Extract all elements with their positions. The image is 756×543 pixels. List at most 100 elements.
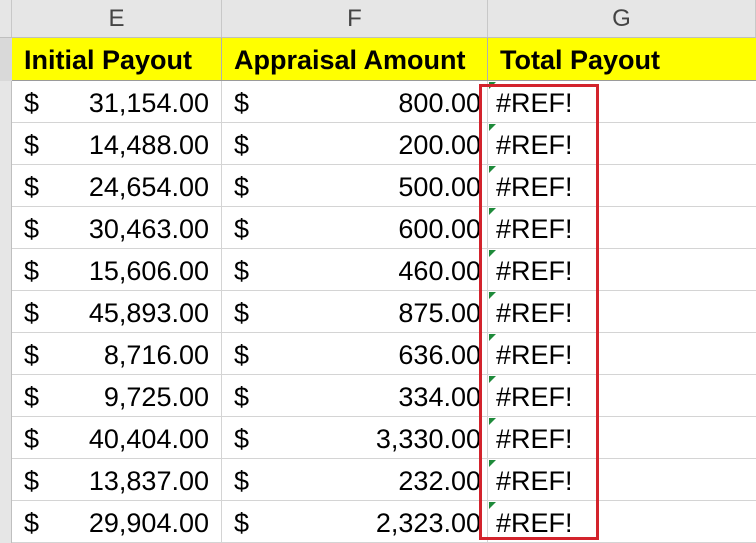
cell-initial-payout[interactable]: $31,154.00 <box>12 81 222 123</box>
row-header-segment[interactable] <box>0 38 12 81</box>
initial-payout-value: 15,606.00 <box>88 256 209 286</box>
cell-total-payout[interactable]: #REF! <box>488 165 756 207</box>
currency-symbol: $ <box>234 466 250 496</box>
cell-total-payout[interactable]: #REF! <box>488 123 756 165</box>
currency-symbol: $ <box>234 382 250 412</box>
cell-appraisal-amount[interactable]: $636.00 <box>222 333 488 375</box>
green-triangle-icon[interactable] <box>489 418 496 425</box>
total-payout-error: #REF! <box>496 508 573 538</box>
column-header-e[interactable]: E <box>12 0 222 37</box>
appraisal-amount-value: 3,330.00 <box>375 424 481 454</box>
currency-symbol: $ <box>24 298 40 328</box>
header-initial-payout[interactable]: Initial Payout <box>12 38 222 80</box>
column-header-g[interactable]: G <box>488 0 756 37</box>
currency-symbol: $ <box>234 172 250 202</box>
currency-symbol: $ <box>234 256 250 286</box>
header-total-payout[interactable]: Total Payout <box>488 38 756 80</box>
cell-appraisal-amount[interactable]: $875.00 <box>222 291 488 333</box>
cell-total-payout[interactable]: #REF! <box>488 459 756 501</box>
currency-symbol: $ <box>24 508 40 538</box>
green-triangle-icon[interactable] <box>489 250 496 257</box>
select-all-corner[interactable] <box>0 0 12 37</box>
currency-symbol: $ <box>24 130 40 160</box>
initial-payout-value: 45,893.00 <box>88 298 209 328</box>
currency-symbol: $ <box>24 88 40 118</box>
appraisal-amount-value: 2,323.00 <box>375 508 481 538</box>
header-row: Initial Payout Appraisal Amount Total Pa… <box>12 38 756 81</box>
header-appraisal-amount[interactable]: Appraisal Amount <box>222 38 488 80</box>
initial-payout-value: 8,716.00 <box>103 340 209 370</box>
cell-appraisal-amount[interactable]: $2,323.00 <box>222 501 488 543</box>
green-triangle-icon[interactable] <box>489 208 496 215</box>
cell-appraisal-amount[interactable]: $200.00 <box>222 123 488 165</box>
total-payout-error: #REF! <box>496 466 573 496</box>
table-row: $8,716.00 $636.00 #REF! <box>12 333 756 375</box>
appraisal-amount-value: 200.00 <box>398 130 481 160</box>
cell-initial-payout[interactable]: $30,463.00 <box>12 207 222 249</box>
green-triangle-icon[interactable] <box>489 502 496 509</box>
appraisal-amount-value: 875.00 <box>398 298 481 328</box>
initial-payout-value: 14,488.00 <box>88 130 209 160</box>
cell-initial-payout[interactable]: $29,904.00 <box>12 501 222 543</box>
cell-total-payout[interactable]: #REF! <box>488 291 756 333</box>
column-header-bar: E F G <box>0 0 756 38</box>
initial-payout-value: 29,904.00 <box>88 508 209 538</box>
cell-appraisal-amount[interactable]: $334.00 <box>222 375 488 417</box>
currency-symbol: $ <box>24 424 40 454</box>
cell-appraisal-amount[interactable]: $600.00 <box>222 207 488 249</box>
cell-total-payout[interactable]: #REF! <box>488 417 756 459</box>
initial-payout-value: 31,154.00 <box>88 88 209 118</box>
green-triangle-icon[interactable] <box>489 460 496 467</box>
green-triangle-icon[interactable] <box>489 292 496 299</box>
appraisal-amount-value: 600.00 <box>398 214 481 244</box>
table-row: $14,488.00 $200.00 #REF! <box>12 123 756 165</box>
cell-total-payout[interactable]: #REF! <box>488 249 756 291</box>
column-header-f[interactable]: F <box>222 0 488 37</box>
total-payout-error: #REF! <box>496 424 573 454</box>
table-row: $13,837.00 $232.00 #REF! <box>12 459 756 501</box>
cell-initial-payout[interactable]: $14,488.00 <box>12 123 222 165</box>
total-payout-error: #REF! <box>496 172 573 202</box>
currency-symbol: $ <box>234 508 250 538</box>
cell-appraisal-amount[interactable]: $460.00 <box>222 249 488 291</box>
cell-initial-payout[interactable]: $40,404.00 <box>12 417 222 459</box>
total-payout-error: #REF! <box>496 340 573 370</box>
initial-payout-value: 13,837.00 <box>88 466 209 496</box>
total-payout-error: #REF! <box>496 130 573 160</box>
green-triangle-icon[interactable] <box>489 124 496 131</box>
cell-total-payout[interactable]: #REF! <box>488 81 756 123</box>
table-row: $45,893.00 $875.00 #REF! <box>12 291 756 333</box>
appraisal-amount-value: 636.00 <box>398 340 481 370</box>
green-triangle-icon[interactable] <box>489 82 496 89</box>
spreadsheet: E F G Initial Payout Appraisal Amount To… <box>0 0 756 543</box>
cell-initial-payout[interactable]: $45,893.00 <box>12 291 222 333</box>
cell-initial-payout[interactable]: $24,654.00 <box>12 165 222 207</box>
cell-initial-payout[interactable]: $15,606.00 <box>12 249 222 291</box>
cell-total-payout[interactable]: #REF! <box>488 333 756 375</box>
currency-symbol: $ <box>24 256 40 286</box>
appraisal-amount-value: 500.00 <box>398 172 481 202</box>
currency-symbol: $ <box>24 340 40 370</box>
green-triangle-icon[interactable] <box>489 166 496 173</box>
cell-appraisal-amount[interactable]: $500.00 <box>222 165 488 207</box>
table-row: $40,404.00 $3,330.00 #REF! <box>12 417 756 459</box>
row-header-strip[interactable] <box>0 38 12 543</box>
cell-appraisal-amount[interactable]: $3,330.00 <box>222 417 488 459</box>
appraisal-amount-value: 334.00 <box>398 382 481 412</box>
total-payout-error: #REF! <box>496 214 573 244</box>
appraisal-amount-value: 232.00 <box>398 466 481 496</box>
green-triangle-icon[interactable] <box>489 334 496 341</box>
cell-total-payout[interactable]: #REF! <box>488 501 756 543</box>
cell-total-payout[interactable]: #REF! <box>488 375 756 417</box>
currency-symbol: $ <box>24 214 40 244</box>
cell-appraisal-amount[interactable]: $800.00 <box>222 81 488 123</box>
cell-total-payout[interactable]: #REF! <box>488 207 756 249</box>
currency-symbol: $ <box>234 298 250 328</box>
cell-initial-payout[interactable]: $13,837.00 <box>12 459 222 501</box>
table-row: $24,654.00 $500.00 #REF! <box>12 165 756 207</box>
cell-initial-payout[interactable]: $9,725.00 <box>12 375 222 417</box>
cell-initial-payout[interactable]: $8,716.00 <box>12 333 222 375</box>
cell-appraisal-amount[interactable]: $232.00 <box>222 459 488 501</box>
initial-payout-value: 24,654.00 <box>88 172 209 202</box>
green-triangle-icon[interactable] <box>489 376 496 383</box>
